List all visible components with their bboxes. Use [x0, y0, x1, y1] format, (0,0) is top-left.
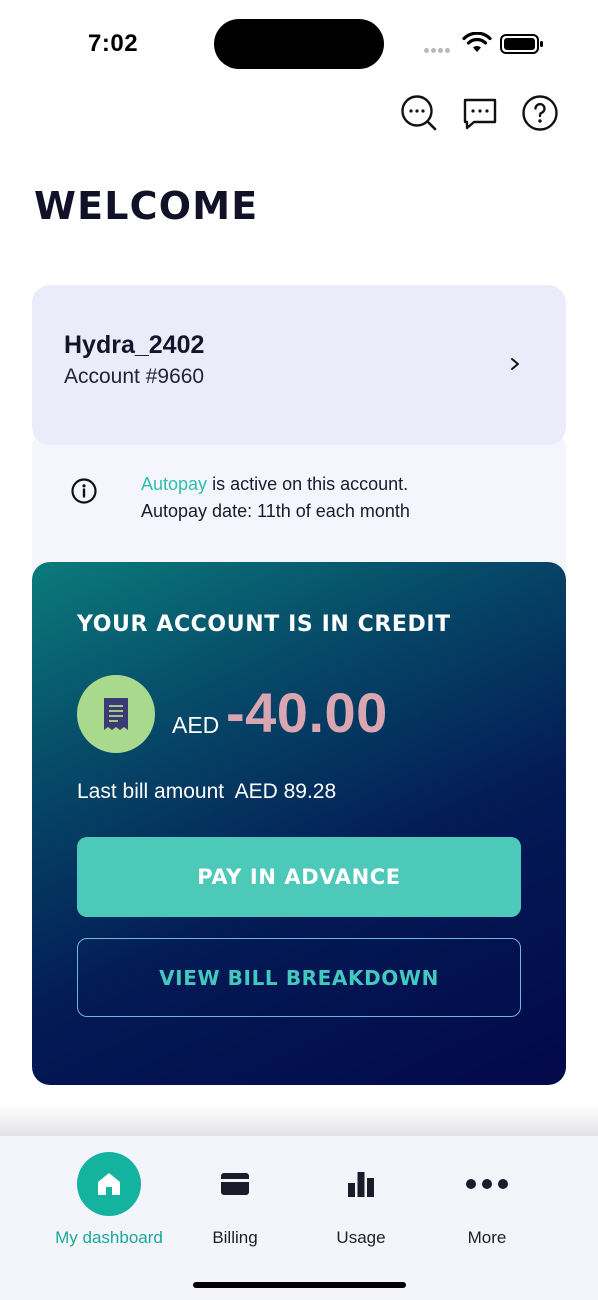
home-indicator: [193, 1282, 406, 1288]
search-button[interactable]: [400, 94, 438, 132]
home-icon: [77, 1152, 141, 1216]
bottom-nav: My dashboard Billing Usage More: [0, 1136, 598, 1300]
bill-badge: [77, 675, 155, 753]
info-icon: [71, 478, 97, 504]
nav-item-usage[interactable]: Usage: [296, 1152, 426, 1262]
nav-item-billing[interactable]: Billing: [170, 1152, 300, 1262]
account-card[interactable]: Hydra_2402 Account #9660: [32, 285, 566, 445]
nav-item-more[interactable]: More: [422, 1152, 552, 1262]
more-icon: [455, 1152, 519, 1216]
nav-label-usage: Usage: [336, 1228, 386, 1247]
help-button[interactable]: [521, 94, 559, 132]
autopay-link[interactable]: Autopay: [141, 474, 207, 494]
chat-button[interactable]: [461, 94, 499, 132]
signal-icon: [424, 40, 456, 53]
last-bill-amount: Last bill amount AED 89.28: [77, 780, 337, 803]
search-icon: [401, 95, 437, 131]
chat-icon: [463, 98, 497, 130]
bar-chart-icon: [329, 1152, 393, 1216]
page-title: WELCOME: [34, 184, 259, 228]
battery-icon: [500, 34, 543, 54]
status-bar: 7:02: [0, 0, 598, 90]
chevron-right-icon: [511, 358, 519, 370]
account-number: Account #9660: [64, 365, 205, 388]
currency-label: AED: [172, 712, 220, 738]
wifi-icon: [462, 32, 492, 52]
pay-in-advance-button[interactable]: PAY IN ADVANCE: [77, 837, 521, 917]
receipt-icon: [104, 698, 128, 730]
view-bill-breakdown-button[interactable]: VIEW BILL BREAKDOWN: [77, 938, 521, 1017]
autopay-date-text: Autopay date: 11th of each month: [141, 501, 410, 521]
credit-heading: YOUR ACCOUNT IS IN CREDIT: [77, 612, 451, 637]
dynamic-island: [214, 19, 384, 69]
credit-card: YOUR ACCOUNT IS IN CREDIT AED -40.00 Las…: [32, 562, 566, 1085]
autopay-status-rest: is active on this account.: [207, 474, 409, 494]
nav-label-more: More: [467, 1228, 507, 1247]
help-icon: [522, 95, 558, 131]
account-name: Hydra_2402: [64, 331, 205, 359]
scroll-shadow: [0, 1104, 598, 1138]
status-time: 7:02: [88, 30, 139, 57]
nav-label-my-dashboard: My dashboard: [55, 1228, 163, 1247]
nav-item-my-dashboard[interactable]: My dashboard: [44, 1152, 174, 1262]
credit-amount: -40.00: [226, 681, 388, 744]
autopay-status-text: Autopay is active on this account.: [141, 474, 408, 495]
nav-label-billing: Billing: [212, 1228, 258, 1247]
card-icon: [203, 1152, 267, 1216]
